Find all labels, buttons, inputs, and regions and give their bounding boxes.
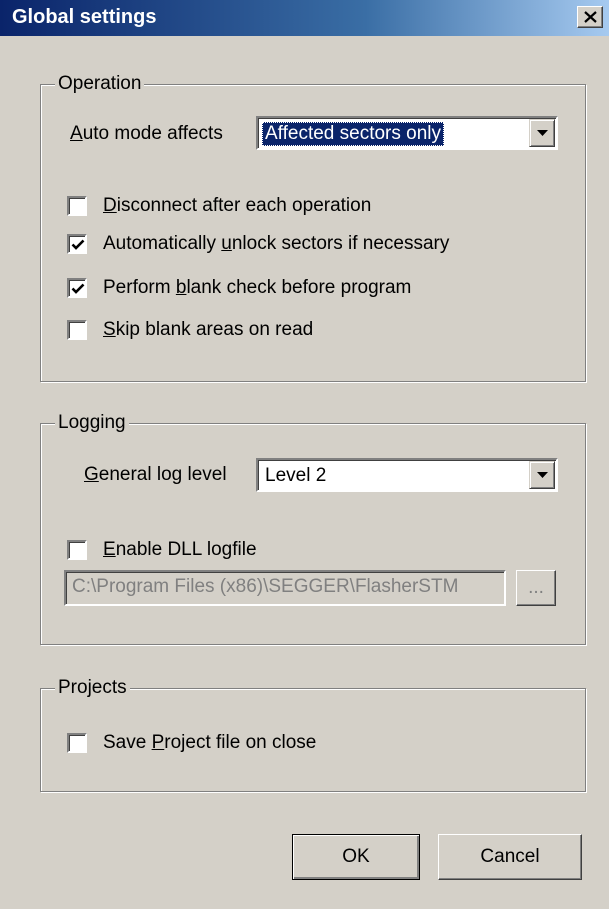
auto-mode-label: Auto mode affects	[70, 123, 223, 144]
close-icon	[584, 11, 597, 23]
auto-mode-value: Affected sectors only	[262, 122, 445, 146]
cancel-button[interactable]: Cancel	[438, 834, 582, 880]
operation-legend: Operation	[55, 72, 145, 96]
close-button[interactable]	[577, 6, 603, 28]
chevron-down-icon	[537, 130, 548, 136]
log-level-select[interactable]: Level 2	[256, 458, 558, 492]
skip-blank-label: Skip blank areas on read	[103, 319, 314, 340]
logfile-path-input[interactable]: C:\Program Files (x86)\SEGGER\FlasherSTM	[64, 570, 506, 606]
disconnect-checkbox[interactable]	[67, 196, 87, 216]
ok-button[interactable]: OK	[292, 834, 420, 880]
log-level-value: Level 2	[265, 465, 327, 486]
window-title: Global settings	[12, 6, 157, 28]
auto-unlock-label: Automatically unlock sectors if necessar…	[103, 233, 450, 254]
auto-mode-dropdown-button[interactable]	[529, 119, 555, 147]
enable-dll-label: Enable DLL logfile	[103, 539, 257, 560]
checkmark-icon	[71, 283, 85, 294]
logging-group: Logging	[40, 411, 586, 645]
global-settings-dialog: Global settings Operation Auto mode affe…	[0, 0, 609, 909]
disconnect-label: Disconnect after each operation	[103, 195, 372, 216]
save-project-label: Save Project file on close	[103, 732, 317, 753]
auto-unlock-checkbox[interactable]	[67, 234, 87, 254]
projects-legend: Projects	[55, 676, 130, 700]
blank-check-checkbox[interactable]	[67, 278, 87, 298]
enable-dll-checkbox[interactable]	[67, 540, 87, 560]
title-bar[interactable]: Global settings	[0, 0, 609, 36]
blank-check-label: Perform blank check before program	[103, 277, 412, 298]
skip-blank-checkbox[interactable]	[67, 320, 87, 340]
auto-mode-select[interactable]: Affected sectors only	[256, 116, 558, 150]
checkmark-icon	[71, 239, 85, 250]
chevron-down-icon	[537, 472, 548, 478]
logging-legend: Logging	[55, 411, 129, 435]
log-level-label: General log level	[84, 464, 227, 485]
save-project-checkbox[interactable]	[67, 733, 87, 753]
log-level-dropdown-button[interactable]	[529, 461, 555, 489]
browse-logfile-button[interactable]: ...	[516, 570, 556, 606]
